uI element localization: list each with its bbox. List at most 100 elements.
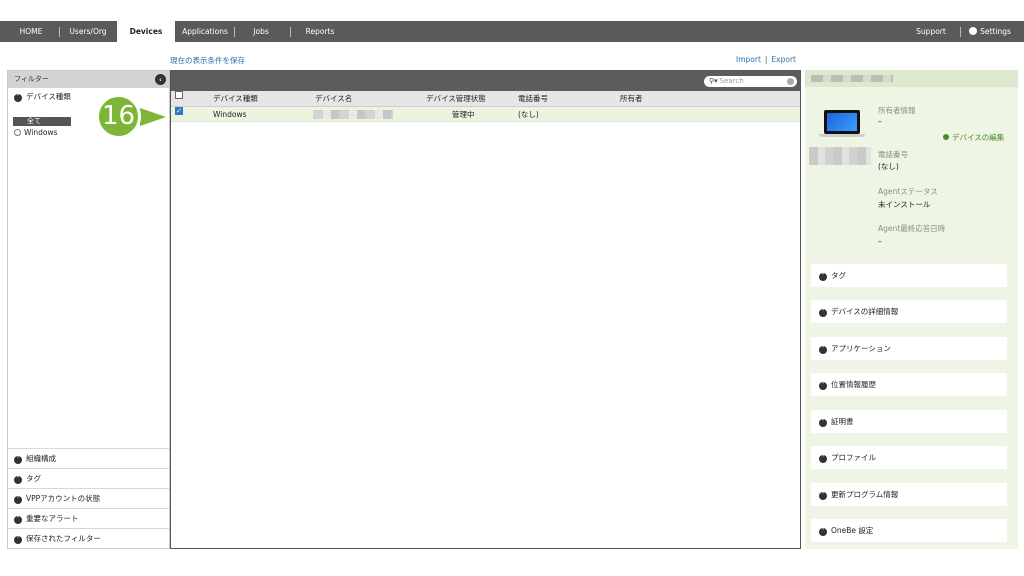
redacted-device-title [811, 75, 893, 82]
support-link[interactable]: Support [910, 21, 952, 42]
chevron-down-icon: ˅ [14, 516, 22, 524]
save-view-condition-link[interactable]: 現在の表示条件を保存 [170, 55, 245, 66]
column-phone-number[interactable]: 電話番号 [518, 91, 548, 107]
section-tag[interactable]: ˅ タグ [811, 264, 1007, 287]
filter-item-label: タグ [26, 474, 41, 483]
search-placeholder: Search [719, 77, 744, 85]
chevron-down-icon: ˅ [819, 309, 827, 317]
section-onebe-settings[interactable]: ˅ OneBe 設定 [811, 519, 1007, 542]
chevron-down-icon: ˅ [819, 346, 827, 354]
collapse-left-icon[interactable]: ‹ [155, 74, 166, 85]
chevron-down-icon: ˅ [819, 419, 827, 427]
section-location-history[interactable]: ˅ 位置情報履歴 [811, 373, 1007, 396]
section-certificates[interactable]: ˅ 証明書 [811, 410, 1007, 433]
section-label: 更新プログラム情報 [831, 490, 899, 499]
windows-option-label: Windows [24, 128, 58, 137]
device-detail-panel: 所有者情報 – デバイスの編集 電話番号 (なし) Agentステータス 未イン… [805, 70, 1018, 549]
phone-value: (なし) [878, 162, 899, 171]
nav-separator [234, 27, 235, 37]
filter-item-label: 重要なアラート [26, 514, 79, 523]
top-nav: HOME Users/Org Devices Applications Jobs… [0, 21, 1024, 43]
nav-separator [960, 27, 961, 37]
filter-tag[interactable]: ˅ タグ [8, 468, 169, 488]
tab-applications[interactable]: Applications [180, 21, 230, 42]
redacted-device-info [809, 147, 871, 165]
filter-item-label: 保存されたフィルター [26, 534, 101, 543]
filter-device-type[interactable]: ˄ デバイス種類 [8, 88, 169, 105]
filter-sections: ˅ 組織構成 ˅ タグ ˅ VPPアカウントの状態 ˅ 重要なアラート ˅ 保存されたフィ… [8, 448, 169, 548]
chevron-down-icon: ˅ [819, 492, 827, 500]
chevron-down-icon: ˅ [14, 536, 22, 544]
import-export-links: Import | Export [736, 55, 796, 64]
section-profiles[interactable]: ˅ プロファイル [811, 446, 1007, 469]
agent-last-response-value: – [878, 237, 882, 246]
cell-management-status: 管理中 [452, 110, 475, 119]
settings-label: Settings [980, 27, 1011, 36]
cell-phone-number: (なし) [518, 110, 539, 119]
tab-jobs[interactable]: Jobs [246, 21, 276, 42]
detail-header [805, 70, 1018, 87]
step-badge: 16 [96, 94, 141, 139]
filter-header: フィルター ‹ [8, 71, 169, 88]
search-input[interactable]: ⚲▾ Search [704, 76, 797, 87]
row-checkbox[interactable]: ✓ [175, 107, 183, 115]
device-type-windows-option[interactable]: Windows [14, 128, 57, 137]
device-table-panel: ⚲▾ Search デバイス種類 デバイス名 デバイス管理状態 電話番号 所有者 … [170, 70, 801, 549]
section-applications[interactable]: ˅ アプリケーション [811, 337, 1007, 360]
search-icon: ⚲▾ [709, 77, 718, 85]
step-badge-pointer [140, 108, 166, 126]
chevron-down-icon: ˅ [14, 456, 22, 464]
owner-value: – [878, 117, 882, 126]
chevron-down-icon: ˅ [14, 496, 22, 504]
table-toolbar: ⚲▾ Search [171, 71, 800, 91]
chevron-down-icon: ˅ [819, 382, 827, 390]
tab-devices[interactable]: Devices [117, 21, 175, 43]
edit-device-label: デバイスの編集 [952, 133, 1005, 142]
chevron-up-icon: ˄ [14, 94, 22, 102]
tab-users-org[interactable]: Users/Org [64, 21, 112, 42]
tab-reports[interactable]: Reports [300, 21, 340, 42]
cell-device-type: Windows [213, 110, 247, 119]
section-label: アプリケーション [831, 344, 891, 353]
device-type-label: デバイス種類 [26, 92, 71, 101]
filter-vpp-account[interactable]: ˅ VPPアカウントの状態 [8, 488, 169, 508]
link-separator: | [764, 55, 768, 64]
table-header: デバイス種類 デバイス名 デバイス管理状態 電話番号 所有者 [171, 91, 800, 107]
nav-separator [59, 27, 60, 37]
filter-item-label: 組織構成 [26, 454, 56, 463]
filter-saved-filters[interactable]: ˅ 保存されたフィルター [8, 528, 169, 548]
section-update-programs[interactable]: ˅ 更新プログラム情報 [811, 483, 1007, 506]
nav-separator [290, 27, 291, 37]
agent-status-label: Agentステータス [878, 187, 938, 196]
tab-home[interactable]: HOME [14, 21, 48, 42]
chevron-down-icon: ˅ [14, 476, 22, 484]
owner-label: 所有者情報 [878, 106, 916, 115]
section-label: デバイスの詳細情報 [831, 307, 899, 316]
table-row[interactable]: ✓ Windows 管理中 (なし) [171, 107, 800, 122]
column-device-type[interactable]: デバイス種類 [213, 91, 258, 107]
agent-last-response-label: Agent最終応答日時 [878, 224, 946, 233]
column-device-name[interactable]: デバイス名 [315, 91, 352, 107]
filter-critical-alerts[interactable]: ˅ 重要なアラート [8, 508, 169, 528]
filter-org-structure[interactable]: ˅ 組織構成 [8, 448, 169, 468]
redacted-device-name [313, 110, 393, 119]
filter-item-label: VPPアカウントの状態 [26, 494, 101, 503]
select-all-checkbox[interactable] [175, 91, 183, 99]
column-management-status[interactable]: デバイス管理状態 [426, 91, 486, 107]
plus-icon [943, 134, 949, 140]
device-type-all-option[interactable]: 全て [13, 117, 71, 126]
clear-search-icon[interactable] [787, 78, 794, 85]
gear-icon [969, 27, 978, 35]
section-label: 位置情報履歴 [831, 380, 876, 389]
section-label: 証明書 [831, 417, 854, 426]
import-link[interactable]: Import [736, 55, 761, 64]
settings-link[interactable]: Settings [966, 21, 1014, 42]
export-link[interactable]: Export [771, 55, 796, 64]
filter-title: フィルター [14, 75, 49, 83]
section-label: タグ [831, 271, 846, 280]
column-owner[interactable]: 所有者 [620, 91, 643, 107]
section-label: OneBe 設定 [831, 526, 874, 535]
section-device-details[interactable]: ˅ デバイスの詳細情報 [811, 300, 1007, 323]
filter-sidebar: フィルター ‹ ˄ デバイス種類 全て Windows ˅ 組織構成 ˅ タグ ˅ VP… [7, 70, 170, 549]
edit-device-link[interactable]: デバイスの編集 [943, 132, 1004, 143]
